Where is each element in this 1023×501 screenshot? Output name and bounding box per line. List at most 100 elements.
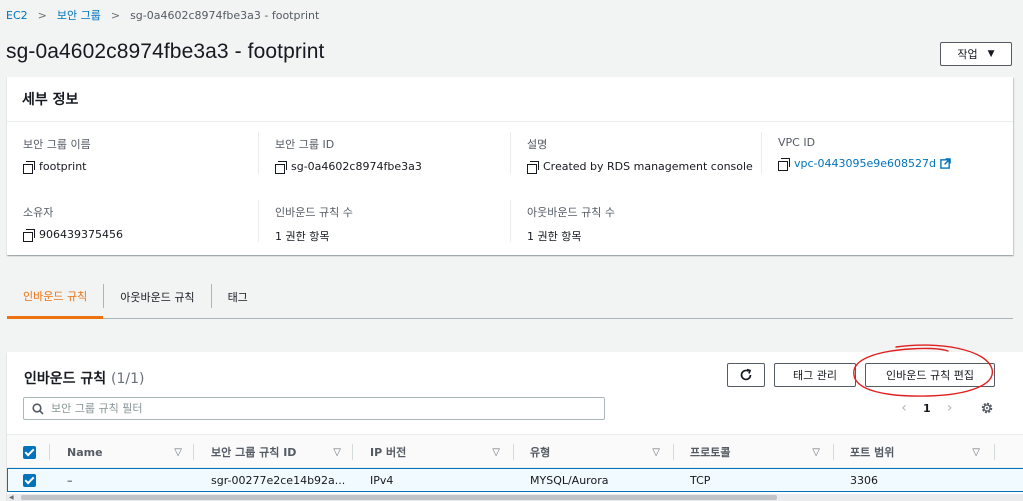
copy-icon[interactable]	[527, 161, 539, 174]
tab-inbound-rules[interactable]: 인바운드 규칙	[7, 276, 104, 319]
field-value: 1 권한 항목	[527, 230, 582, 243]
breadcrumb-ec2[interactable]: EC2	[6, 9, 28, 22]
table-row[interactable]: – sgr-00277e2ce14b92a... IPv4 MYSQL/Auro…	[7, 468, 1023, 492]
col-rule-id[interactable]: 보안 그룹 규칙 ID ▽	[211, 435, 341, 469]
horizontal-scrollbar[interactable]: ◀	[7, 494, 1023, 501]
field-outbound-count: 아웃바운드 규칙 수 1 권한 항목	[527, 204, 615, 244]
chevron-left-icon[interactable]: ‹	[897, 400, 911, 416]
page-title: sg-0a4602c8974fbe3a3 - footprint	[6, 40, 325, 63]
field-value: footprint	[23, 160, 91, 174]
tab-outbound-rules[interactable]: 아웃바운드 규칙	[104, 276, 210, 318]
col-type[interactable]: 유형 ▽	[530, 435, 660, 469]
cell-name: –	[67, 473, 73, 487]
field-label: 설명	[527, 138, 548, 151]
divider	[510, 200, 511, 242]
field-sg-name: 보안 그룹 이름 footprint	[23, 136, 91, 174]
sg-id-value: sg-0a4602c8974fbe3a3	[291, 160, 422, 173]
field-label: 보안 그룹 ID	[275, 138, 335, 151]
field-value: 906439375456	[23, 228, 123, 242]
field-label: 소유자	[23, 206, 54, 219]
tab-bar: 인바운드 규칙 아웃바운드 규칙 태그	[7, 276, 1013, 319]
caret-down-icon: ▼	[987, 49, 995, 59]
column-divider	[833, 444, 834, 460]
sort-icon: ▽	[812, 446, 820, 458]
copy-icon[interactable]	[275, 161, 287, 174]
details-header: 세부 정보	[7, 77, 1013, 122]
gear-icon[interactable]	[980, 401, 994, 415]
chevron-right-icon: >	[110, 8, 121, 22]
col-header-label: Name	[67, 445, 103, 459]
divider	[761, 132, 762, 174]
scroll-left-icon[interactable]: ◀	[9, 494, 14, 501]
column-divider	[673, 444, 674, 460]
field-value: sg-0a4602c8974fbe3a3	[275, 160, 422, 174]
breadcrumb: EC2 > 보안 그룹 > sg-0a4602c8974fbe3a3 - foo…	[6, 6, 319, 24]
copy-icon[interactable]	[23, 161, 35, 174]
filter-input[interactable]	[51, 402, 571, 415]
cell-rule-id: sgr-00277e2ce14b92a...	[211, 473, 346, 487]
details-panel: 세부 정보 보안 그룹 이름 footprint 보안 그룹 ID sg-0a4…	[7, 77, 1013, 255]
row-checkbox[interactable]	[23, 469, 36, 491]
col-header-label: IP 버전	[370, 446, 407, 459]
divider	[510, 132, 511, 174]
cell-type: MYSQL/Aurora	[530, 473, 609, 487]
chevron-right-icon: >	[37, 8, 47, 22]
select-all-checkbox[interactable]	[23, 435, 37, 469]
pagination: ‹ 1 ›	[897, 400, 957, 416]
col-name[interactable]: Name ▽	[67, 435, 182, 469]
tab-tags[interactable]: 태그	[212, 276, 264, 318]
sort-icon: ▽	[333, 446, 341, 458]
checkbox-icon	[23, 445, 36, 459]
col-port-range[interactable]: 포트 범위 ▽	[850, 435, 980, 469]
search-icon	[32, 402, 44, 415]
field-inbound-count: 인바운드 규칙 수 1 권한 항목	[275, 204, 353, 244]
copy-icon[interactable]	[23, 229, 35, 242]
copy-icon[interactable]	[778, 158, 790, 171]
checkbox-icon	[23, 473, 36, 487]
column-divider	[193, 444, 194, 460]
sort-icon: ▽	[652, 446, 660, 458]
rules-count: (1/1)	[111, 371, 145, 387]
column-divider	[994, 444, 995, 460]
col-header-label: 포트 범위	[850, 446, 895, 459]
edit-inbound-rules-button[interactable]: 인바운드 규칙 편집	[865, 363, 995, 387]
breadcrumb-security-groups[interactable]: 보안 그룹	[57, 7, 101, 23]
field-value: 1 권한 항목	[275, 230, 330, 243]
vpc-id-link[interactable]: vpc-0443095e9e608527d	[794, 157, 936, 170]
actions-button-label: 작업	[957, 48, 978, 61]
divider	[258, 200, 259, 242]
rules-title-text: 인바운드 규칙	[24, 371, 107, 387]
refresh-button[interactable]	[727, 363, 765, 387]
field-label: VPC ID	[778, 136, 816, 149]
rules-table: Name ▽ 보안 그룹 규칙 ID ▽ IP 버전 ▽ 유형 ▽ 프로토콜 ▽	[7, 434, 1023, 492]
field-value: vpc-0443095e9e608527d	[778, 157, 951, 171]
owner-value: 906439375456	[39, 228, 123, 241]
cell-protocol: TCP	[690, 473, 711, 487]
rules-filter	[23, 397, 605, 420]
sort-icon: ▽	[492, 446, 500, 458]
cell-ip-version: IPv4	[370, 473, 394, 487]
field-value: Created by RDS management console	[527, 160, 753, 174]
field-label: 인바운드 규칙 수	[275, 206, 353, 219]
column-divider	[49, 444, 50, 460]
inbound-rules-panel: 인바운드 규칙 (1/1) 태그 관리 인바운드 규칙 편집 ‹ 1 ›	[7, 352, 1023, 501]
col-header-label: 보안 그룹 규칙 ID	[211, 446, 297, 459]
cell-port-range: 3306	[850, 473, 878, 487]
breadcrumb-current: sg-0a4602c8974fbe3a3 - footprint	[130, 8, 320, 22]
actions-button[interactable]: 작업 ▼	[940, 42, 1012, 66]
description-value: Created by RDS management console	[543, 160, 753, 173]
field-label: 아웃바운드 규칙 수	[527, 206, 615, 219]
col-protocol[interactable]: 프로토콜 ▽	[690, 435, 820, 469]
manage-tags-button[interactable]: 태그 관리	[774, 363, 856, 387]
field-description: 설명 Created by RDS management console	[527, 136, 753, 174]
col-ip-version[interactable]: IP 버전 ▽	[370, 435, 500, 469]
external-link-icon[interactable]	[940, 158, 951, 169]
chevron-right-icon[interactable]: ›	[943, 400, 957, 416]
sg-name-value: footprint	[39, 160, 87, 173]
column-divider	[352, 444, 353, 460]
sort-icon: ▽	[174, 446, 182, 458]
column-divider	[513, 444, 514, 460]
scrollbar-thumb[interactable]	[21, 495, 777, 500]
field-owner: 소유자 906439375456	[23, 204, 123, 242]
page-number[interactable]: 1	[923, 402, 931, 415]
